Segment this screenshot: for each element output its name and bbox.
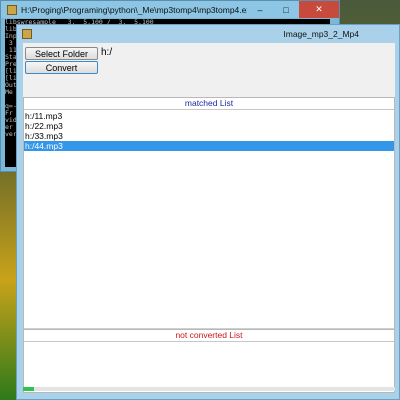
not-converted-list-header: not converted List	[24, 330, 394, 342]
folder-path-label: h:/	[101, 47, 113, 58]
select-folder-button[interactable]: Select Folder	[25, 47, 98, 60]
app-title: Image_mp3_2_Mp4	[283, 29, 359, 39]
maximize-button[interactable]: □	[273, 1, 299, 18]
app-window: Image_mp3_2_Mp4 Select Folder Convert h:…	[16, 24, 400, 400]
list-item[interactable]: h:/44.mp3	[24, 141, 394, 151]
console-titlebar[interactable]: H:\Proging\Programing\python\_Me\mp3tomp…	[1, 1, 339, 18]
matched-list[interactable]: h:/11.mp3 h:/22.mp3 h:/33.mp3 h:/44.mp3	[24, 110, 394, 151]
console-title: H:\Proging\Programing\python\_Me\mp3tomp…	[21, 4, 247, 15]
list-item[interactable]: h:/11.mp3	[24, 111, 394, 121]
app-icon	[22, 29, 32, 39]
app-titlebar[interactable]: Image_mp3_2_Mp4	[17, 25, 399, 43]
app-client-area: Select Folder Convert h:/ matched List h…	[23, 43, 395, 393]
list-item[interactable]: h:/33.mp3	[24, 131, 394, 141]
not-converted-list[interactable]	[24, 342, 394, 343]
close-button[interactable]: ✕	[299, 1, 339, 18]
app-icon	[7, 4, 17, 15]
matched-list-header: matched List	[24, 98, 394, 110]
minimize-button[interactable]: –	[247, 1, 273, 18]
list-item[interactable]: h:/22.mp3	[24, 121, 394, 131]
not-converted-list-panel: not converted List	[23, 329, 395, 393]
convert-button[interactable]: Convert	[25, 61, 98, 74]
matched-list-panel: matched List h:/11.mp3 h:/22.mp3 h:/33.mp3…	[23, 97, 395, 339]
progress-fill	[23, 387, 35, 391]
progress-bar	[23, 387, 395, 391]
